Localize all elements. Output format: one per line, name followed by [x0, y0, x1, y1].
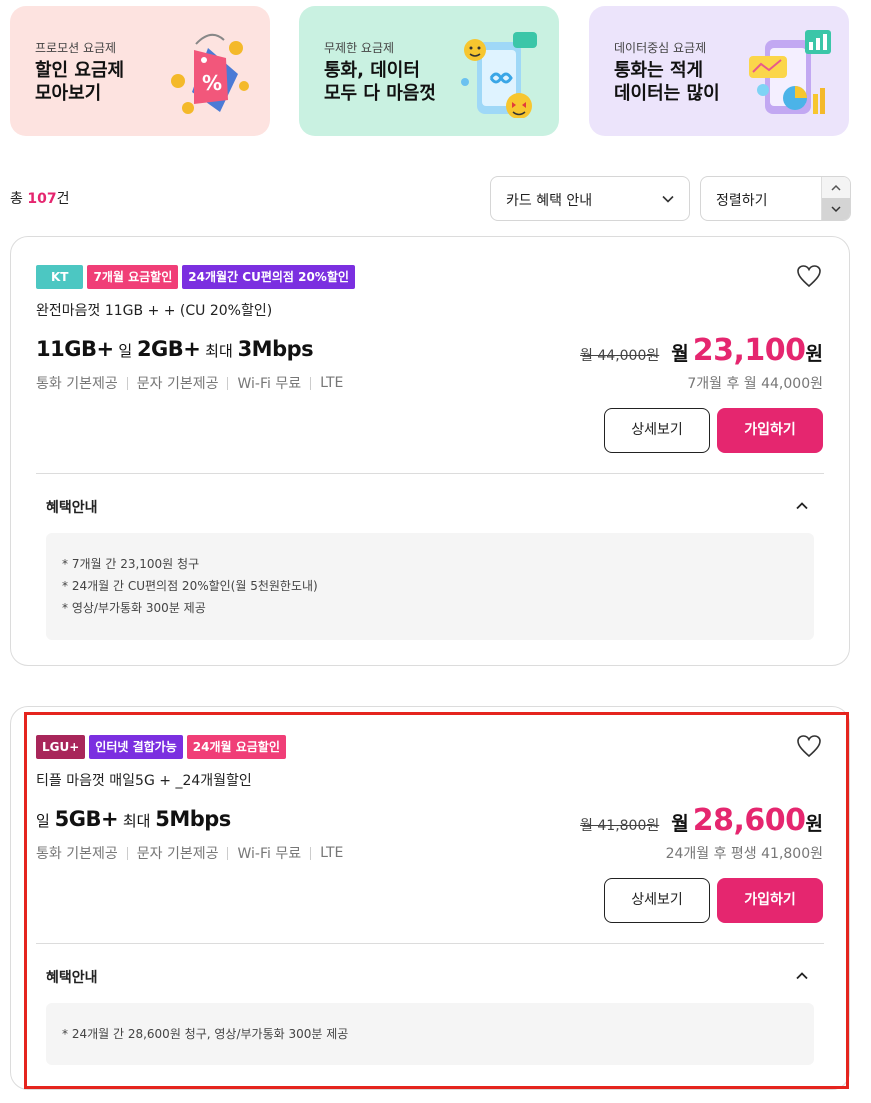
card-benefit-select-label: 카드 혜택 안내: [506, 193, 593, 209]
chevron-down-icon[interactable]: [822, 198, 850, 220]
join-button[interactable]: 가입하기: [717, 878, 823, 923]
data-main: 11GB+: [36, 337, 114, 361]
card-benefit-select[interactable]: 카드 혜택 안내: [490, 176, 690, 221]
benefit-title[interactable]: 혜택안내: [46, 967, 98, 987]
data-daily-prefix: 일: [118, 342, 133, 360]
data-max-prefix: 최대: [122, 812, 151, 830]
banner-title: 통화는 적게 데이터는 많이: [614, 60, 720, 104]
plan-data-spec: 11GB+ 일 2GB+ 최대 3Mbps: [36, 337, 314, 361]
benefit-item: * 24개월 간 28,600원 청구, 영상/부가통화 300분 제공: [62, 1027, 349, 1041]
plan-data-spec: 일 5GB+ 최대 5Mbps: [36, 807, 231, 831]
discount-price: 28,600: [692, 803, 806, 838]
banner-title: 통화, 데이터 모두 다 마음껏: [324, 60, 436, 104]
data-daily: 2GB+: [136, 337, 201, 361]
data-max-speed: 5Mbps: [155, 807, 231, 831]
price-tag-icon: %: [171, 33, 249, 114]
plan-badges: KT 7개월 요금할인 24개월간 CU편의점 20%할인: [36, 265, 355, 289]
banner-subtitle: 무제한 요금제: [324, 41, 395, 55]
plan-badges: LGU+ 인터넷 결합가능 24개월 요금할인: [36, 735, 286, 759]
after-discount-price: 24개월 후 평생 41,800원: [665, 846, 823, 862]
promo-banner-data[interactable]: 데이터중심 요금제 통화는 적게 데이터는 많이: [589, 6, 849, 136]
after-discount-price: 7개월 후 월 44,000원: [687, 376, 823, 392]
svg-text:%: %: [202, 71, 222, 95]
sort-select-label: 정렬하기: [716, 193, 768, 209]
heart-icon[interactable]: [796, 734, 822, 758]
detail-button[interactable]: 상세보기: [604, 878, 710, 923]
chevron-up-icon[interactable]: [795, 499, 809, 513]
banner-title: 할인 요금제 모아보기: [35, 60, 125, 104]
discount-price: 23,100: [692, 333, 806, 368]
data-max-prefix: 최대: [205, 342, 233, 360]
promo-badge: 인터넷 결합가능: [89, 735, 183, 759]
benefit-item: * 영상/부가통화 300분 제공: [62, 601, 206, 615]
data-max-speed: 3Mbps: [237, 337, 314, 361]
data-daily-prefix: 일: [36, 812, 50, 830]
original-price: 월 41,800원: [580, 818, 660, 834]
price-unit: 원: [805, 813, 823, 835]
plan-features: 통화 기본제공 문자 기본제공 Wi-Fi 무료 LTE: [36, 373, 343, 393]
benefit-box: * 7개월 간 23,100원 청구 * 24개월 간 CU편의점 20%할인(…: [46, 533, 814, 640]
benefit-item: * 7개월 간 23,100원 청구: [62, 557, 200, 571]
promo-banner-discount[interactable]: 프로모션 요금제 할인 요금제 모아보기 %: [10, 6, 270, 136]
carrier-badge: KT: [36, 265, 84, 289]
price-unit: 원: [805, 343, 823, 365]
banner-subtitle: 데이터중심 요금제: [614, 41, 707, 55]
banner-subtitle: 프로모션 요금제: [35, 41, 117, 55]
benefit-box: * 24개월 간 28,600원 청구, 영상/부가통화 300분 제공: [46, 1003, 814, 1065]
feature-wifi: Wi-Fi 무료: [237, 376, 302, 392]
total-number: 107: [27, 191, 57, 207]
benefit-item: * 24개월 간 CU편의점 20%할인(월 5천원한도내): [62, 579, 318, 593]
data-chart-icon: [749, 30, 831, 114]
benefit-title[interactable]: 혜택안내: [46, 497, 98, 517]
plan-features: 통화 기본제공 문자 기본제공 Wi-Fi 무료 LTE: [36, 843, 343, 863]
join-button[interactable]: 가입하기: [717, 408, 823, 453]
total-prefix: 총: [10, 191, 28, 207]
promo-badge: 24개월 요금할인: [186, 735, 286, 759]
heart-icon[interactable]: [796, 264, 822, 288]
phone-emoji-icon: [461, 32, 537, 118]
total-count: 총 107건: [10, 188, 69, 208]
detail-button[interactable]: 상세보기: [604, 408, 710, 453]
plan-card[interactable]: KT 7개월 요금할인 24개월간 CU편의점 20%할인 완전마음껏 11GB…: [10, 236, 850, 666]
sort-select[interactable]: 정렬하기: [700, 176, 851, 221]
plan-name: 티플 마음껏 매일5G + _24개월할인: [36, 773, 252, 789]
price-prefix: 월: [671, 813, 689, 835]
sort-stepper[interactable]: [821, 177, 850, 220]
feature-wifi: Wi-Fi 무료: [237, 846, 302, 862]
total-suffix: 건: [56, 191, 70, 207]
divider: [36, 943, 824, 944]
promo-banner-unlimited[interactable]: 무제한 요금제 통화, 데이터 모두 다 마음껏: [299, 6, 559, 136]
promo-badge: 7개월 요금할인: [87, 265, 179, 289]
plan-name: 완전마음껏 11GB + + (CU 20%할인): [36, 303, 273, 319]
price-row: 월 41,800원 월 28,600 원: [580, 803, 823, 838]
feature-sms: 문자 기본제공: [136, 376, 219, 392]
promo-badge: 24개월간 CU편의점 20%할인: [182, 265, 355, 289]
feature-call: 통화 기본제공: [36, 846, 118, 862]
price-prefix: 월: [671, 343, 689, 365]
feature-sms: 문자 기본제공: [136, 846, 219, 862]
feature-network: LTE: [320, 375, 344, 391]
price-row: 월 44,000원 월 23,100 원: [580, 333, 823, 368]
chevron-up-icon[interactable]: [795, 969, 809, 983]
plan-card[interactable]: LGU+ 인터넷 결합가능 24개월 요금할인 티플 마음껏 매일5G + _2…: [10, 706, 850, 1090]
chevron-up-icon[interactable]: [822, 177, 850, 198]
feature-call: 통화 기본제공: [36, 376, 118, 392]
divider: [36, 473, 824, 474]
chevron-down-icon: [662, 195, 674, 203]
data-daily: 5GB+: [54, 807, 119, 831]
carrier-badge: LGU+: [36, 735, 86, 759]
feature-network: LTE: [320, 845, 344, 861]
original-price: 월 44,000원: [580, 348, 660, 364]
